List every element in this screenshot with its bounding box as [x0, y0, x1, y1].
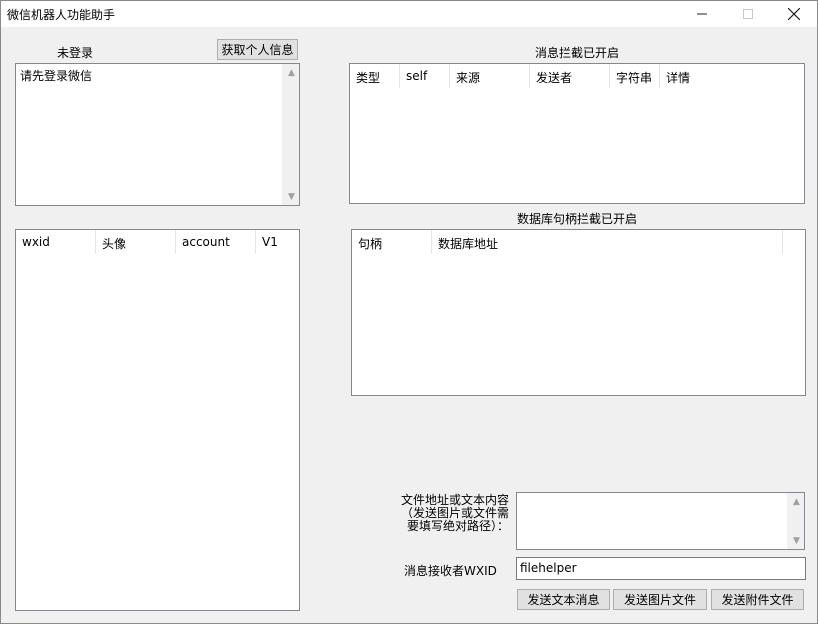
column-header-self[interactable]: self [400, 64, 450, 88]
window-title: 微信机器人功能助手 [7, 8, 116, 22]
column-header-string[interactable]: 字符串 [610, 64, 660, 88]
login-status-label: 未登录 [57, 46, 94, 60]
maximize-icon [743, 9, 753, 19]
close-button[interactable] [771, 1, 817, 27]
personal-info-textarea[interactable]: 请先登录微信 ▲ ▼ [15, 63, 300, 206]
minimize-button[interactable] [679, 1, 725, 27]
receiver-wxid-value: filehelper [520, 561, 577, 575]
column-header-db-address[interactable]: 数据库地址 [432, 230, 783, 254]
column-header-sender[interactable]: 发送者 [530, 64, 610, 88]
contacts-table[interactable]: wxid 头像 account V1 [15, 229, 300, 611]
column-header-v1[interactable]: V1 [256, 230, 299, 254]
scroll-up-icon[interactable]: ▲ [283, 64, 300, 81]
db-intercept-title: 数据库句柄拦截已开启 [516, 212, 637, 226]
send-text-button[interactable]: 发送文本消息 [517, 589, 610, 610]
content-scrollbar[interactable]: ▲ ▼ [787, 493, 804, 549]
app-window: 微信机器人功能助手 未登录 获取个人信息 请先登录微信 ▲ ▼ wxid 头像 … [0, 0, 818, 624]
column-header-avatar[interactable]: 头像 [96, 230, 176, 254]
receiver-wxid-label: 消息接收者WXID [404, 564, 497, 578]
message-intercept-table[interactable]: 类型 self 来源 发送者 字符串 详情 [349, 63, 805, 204]
column-header-details[interactable]: 详情 [660, 64, 740, 88]
message-table-header: 类型 self 来源 发送者 字符串 详情 [350, 64, 804, 88]
scroll-up-icon[interactable]: ▲ [788, 493, 805, 510]
content-label-line-3: 要填写绝对路径）： [406, 519, 509, 533]
scroll-down-icon[interactable]: ▼ [283, 188, 300, 205]
scroll-down-icon[interactable]: ▼ [788, 532, 805, 549]
content-input-label: 文件地址或文本内容 （发送图片或文件需 要填写绝对路径）： [391, 494, 509, 533]
db-table-header: 句柄 数据库地址 [352, 230, 805, 254]
maximize-button[interactable] [725, 1, 771, 27]
receiver-wxid-input[interactable]: filehelper [516, 557, 806, 580]
title-bar: 微信机器人功能助手 [1, 1, 817, 27]
db-handle-table[interactable]: 句柄 数据库地址 [351, 229, 806, 396]
send-file-button[interactable]: 发送附件文件 [711, 589, 804, 610]
close-icon [788, 8, 800, 20]
minimize-icon [697, 13, 707, 15]
column-header-account[interactable]: account [176, 230, 256, 254]
personal-info-text: 请先登录微信 [20, 69, 93, 83]
contacts-table-header: wxid 头像 account V1 [16, 230, 299, 254]
info-scrollbar[interactable]: ▲ ▼ [282, 64, 299, 205]
message-intercept-title: 消息拦截已开启 [534, 46, 619, 60]
column-header-type[interactable]: 类型 [350, 64, 400, 88]
column-header-source[interactable]: 来源 [450, 64, 530, 88]
content-textarea[interactable]: ▲ ▼ [516, 492, 805, 550]
fetch-personal-info-button[interactable]: 获取个人信息 [217, 39, 298, 60]
send-image-button[interactable]: 发送图片文件 [613, 589, 707, 610]
column-header-wxid[interactable]: wxid [16, 230, 96, 254]
column-header-handle[interactable]: 句柄 [352, 230, 432, 254]
